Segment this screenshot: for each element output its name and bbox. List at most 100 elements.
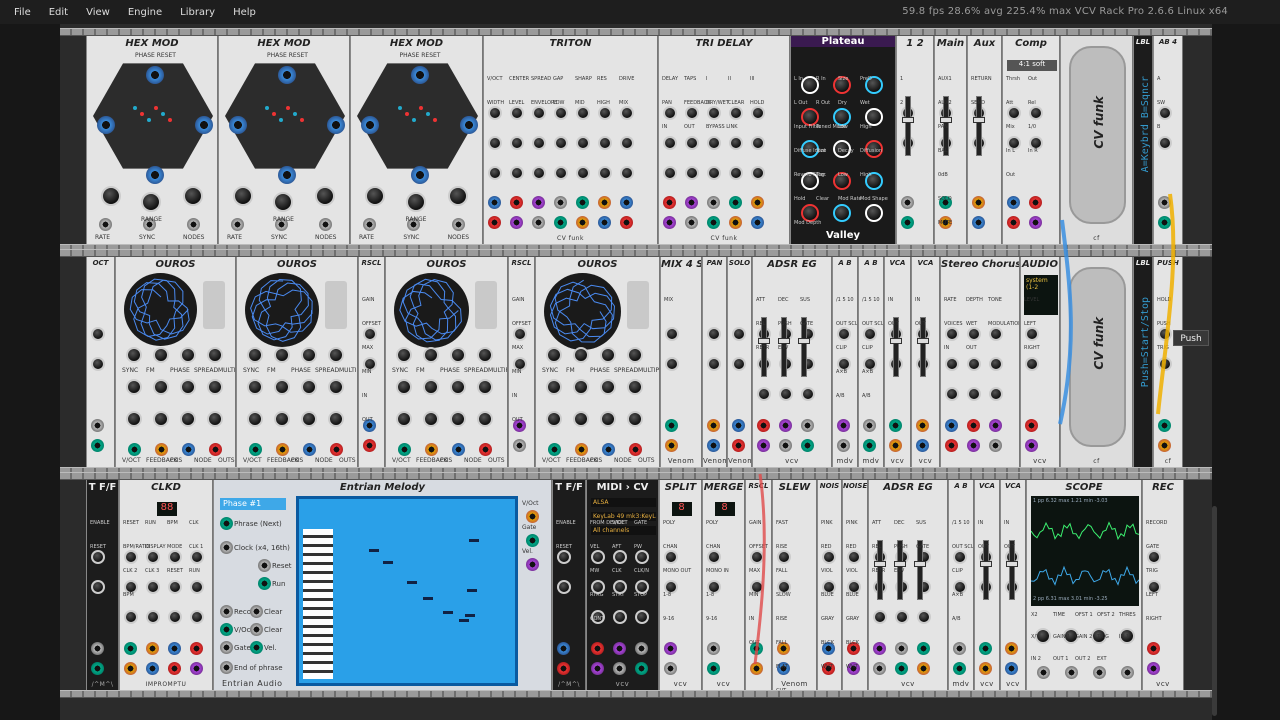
module-jack[interactable] xyxy=(707,419,720,432)
module-knob[interactable] xyxy=(598,166,612,180)
ouros-knob[interactable] xyxy=(328,411,344,427)
module-knob[interactable] xyxy=(554,106,568,120)
module-knob[interactable] xyxy=(895,610,909,624)
melody-jack[interactable] xyxy=(220,661,233,674)
ouros-knob[interactable] xyxy=(274,379,290,395)
module-jack[interactable] xyxy=(664,662,677,675)
module-knob[interactable] xyxy=(989,327,1003,341)
ouros-knob[interactable] xyxy=(328,347,344,363)
module-jack[interactable] xyxy=(554,216,567,229)
module-jack[interactable] xyxy=(779,439,792,452)
ouros-jack[interactable] xyxy=(155,443,168,456)
module-knob[interactable] xyxy=(576,166,590,180)
menu-engine[interactable]: Engine xyxy=(128,7,162,18)
hex-corner-jack[interactable] xyxy=(278,166,296,184)
ouros-knob[interactable] xyxy=(423,347,439,363)
ouros-knob[interactable] xyxy=(274,347,290,363)
ouros-knob[interactable] xyxy=(477,411,493,427)
melody-jack[interactable] xyxy=(250,623,263,636)
ouros-knob[interactable] xyxy=(153,379,169,395)
module-knob[interactable] xyxy=(1029,106,1043,120)
module-knob[interactable] xyxy=(1158,327,1172,341)
hex-corner-jack[interactable] xyxy=(361,116,379,134)
melody-jack[interactable] xyxy=(220,641,233,654)
module-jack[interactable] xyxy=(557,662,570,675)
module-jack[interactable] xyxy=(953,662,966,675)
module-t-f-f[interactable]: T F/F ENABLE RESET /^M^\ xyxy=(86,480,119,690)
ouros-knob[interactable] xyxy=(423,411,439,427)
module-jack[interactable] xyxy=(1158,196,1171,209)
module-jack[interactable] xyxy=(91,642,104,655)
fader-handle[interactable] xyxy=(778,338,790,344)
module-knob[interactable] xyxy=(945,327,959,341)
melody-jack[interactable] xyxy=(220,517,233,530)
module-jack[interactable] xyxy=(363,439,376,452)
module-lbl[interactable]: LBL Push=Start/Stop xyxy=(1133,257,1153,467)
melody-output-jack[interactable] xyxy=(526,558,539,571)
module-knob[interactable] xyxy=(557,550,571,564)
module-knob[interactable] xyxy=(967,387,981,401)
cv-input-jack[interactable] xyxy=(99,218,112,231)
module-knob[interactable] xyxy=(663,136,677,150)
module-jack[interactable] xyxy=(917,662,930,675)
module-knob[interactable] xyxy=(663,106,677,120)
module-jack[interactable] xyxy=(979,642,992,655)
fader-handle[interactable] xyxy=(798,338,810,344)
module-knob[interactable] xyxy=(967,327,981,341)
module-knob[interactable] xyxy=(967,357,981,371)
ouros-knob[interactable] xyxy=(396,347,412,363)
ouros-knob[interactable] xyxy=(301,411,317,427)
module-jack[interactable] xyxy=(967,419,980,432)
ouros-knob[interactable] xyxy=(396,379,412,395)
module-knob[interactable] xyxy=(613,550,627,564)
module-knob[interactable] xyxy=(613,610,627,624)
module-knob[interactable] xyxy=(557,580,571,594)
module-jack[interactable] xyxy=(557,642,570,655)
module-knob[interactable] xyxy=(685,106,699,120)
module-slew[interactable]: SLEW FAST RISE FALL SLOW RISE FALL FLAT CUTVenom xyxy=(772,480,817,690)
module-knob[interactable] xyxy=(554,136,568,150)
module-knob[interactable] xyxy=(168,550,182,564)
ouros-knob[interactable] xyxy=(180,379,196,395)
hex-corner-jack[interactable] xyxy=(410,66,429,84)
module-jack[interactable] xyxy=(837,419,850,432)
ouros-knob[interactable] xyxy=(396,411,412,427)
module-jack[interactable] xyxy=(1147,642,1160,655)
module-knob[interactable] xyxy=(664,550,678,564)
module-jack[interactable] xyxy=(873,642,886,655)
module-jack[interactable] xyxy=(620,196,633,209)
module-jack[interactable] xyxy=(945,419,958,432)
module-knob[interactable] xyxy=(751,136,765,150)
module-jack[interactable] xyxy=(945,439,958,452)
ouros-jack[interactable] xyxy=(303,443,316,456)
midi-setting[interactable]: ALSA xyxy=(591,498,656,507)
module-jack[interactable] xyxy=(1158,439,1171,452)
module-knob[interactable] xyxy=(1158,106,1172,120)
module-jack[interactable] xyxy=(554,196,567,209)
module-jack[interactable] xyxy=(707,196,720,209)
module-knob[interactable] xyxy=(513,327,527,341)
module-knob[interactable] xyxy=(1025,357,1039,371)
module-knob[interactable] xyxy=(510,106,524,120)
module-jack[interactable] xyxy=(729,216,742,229)
module-1-2[interactable]: 1 2 1 2 xyxy=(896,36,934,244)
ouros-knob[interactable] xyxy=(153,347,169,363)
module-knob[interactable] xyxy=(945,357,959,371)
module-jack[interactable] xyxy=(916,439,929,452)
fader-handle[interactable] xyxy=(914,561,926,567)
module-nois[interactable]: NOIS PINK RED VIOL BLUE GRAY BLCK WHT xyxy=(817,480,842,690)
rate-knob[interactable] xyxy=(183,186,203,206)
module-jack[interactable] xyxy=(1029,196,1042,209)
module-jack[interactable] xyxy=(732,439,745,452)
module-jack[interactable] xyxy=(989,439,1002,452)
module-knob[interactable] xyxy=(729,166,743,180)
module-knob[interactable] xyxy=(620,136,634,150)
rack-canvas[interactable]: HEX MOD PHASE RESET RANGE RATE SYNC NODES HEX … xyxy=(0,24,1280,720)
module-jack[interactable] xyxy=(889,439,902,452)
ouros-knob[interactable] xyxy=(126,347,142,363)
ouros-knob[interactable] xyxy=(477,347,493,363)
module-jack[interactable] xyxy=(1147,662,1160,675)
module-knob[interactable] xyxy=(146,610,160,624)
module-jack[interactable] xyxy=(124,642,137,655)
module-push[interactable]: PUSH HOLD PUSH TRIG cf xyxy=(1153,257,1183,467)
